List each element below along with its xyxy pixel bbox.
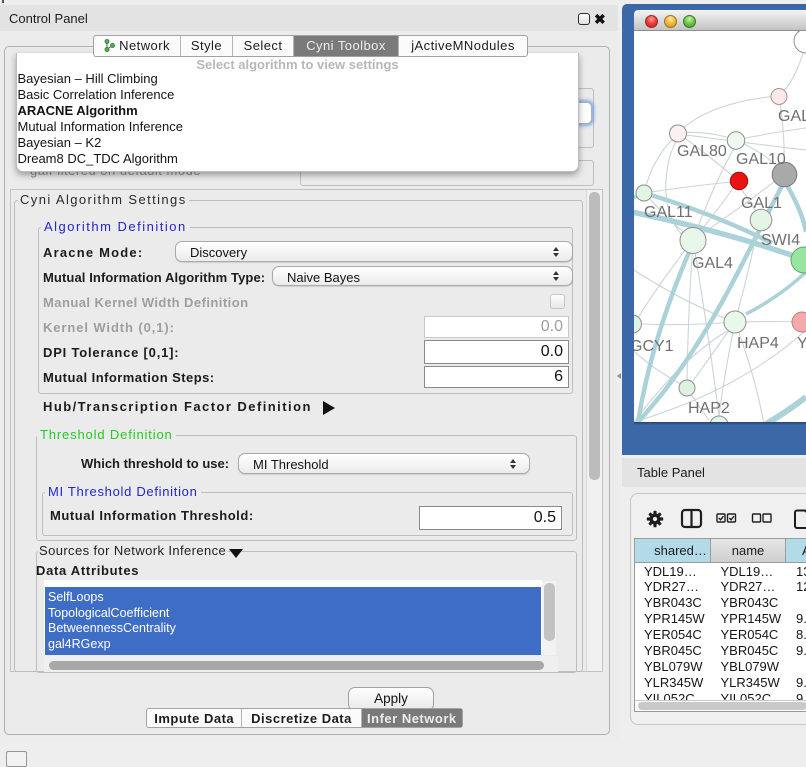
svg-text:HAP4: HAP4 bbox=[737, 335, 779, 352]
svg-text:GAL4: GAL4 bbox=[692, 255, 733, 272]
svg-text:GAL11: GAL11 bbox=[644, 204, 693, 221]
svg-text:Y: Y bbox=[797, 335, 806, 352]
svg-text:GAL2: GAL2 bbox=[778, 108, 806, 125]
svg-text:HAP2: HAP2 bbox=[688, 400, 730, 417]
svg-text:GAL1: GAL1 bbox=[741, 195, 782, 212]
svg-text:GAL10: GAL10 bbox=[736, 151, 786, 168]
svg-text:GAL80: GAL80 bbox=[677, 143, 727, 160]
svg-text:GCY1: GCY1 bbox=[634, 338, 674, 355]
svg-text:SWI4: SWI4 bbox=[761, 232, 800, 249]
